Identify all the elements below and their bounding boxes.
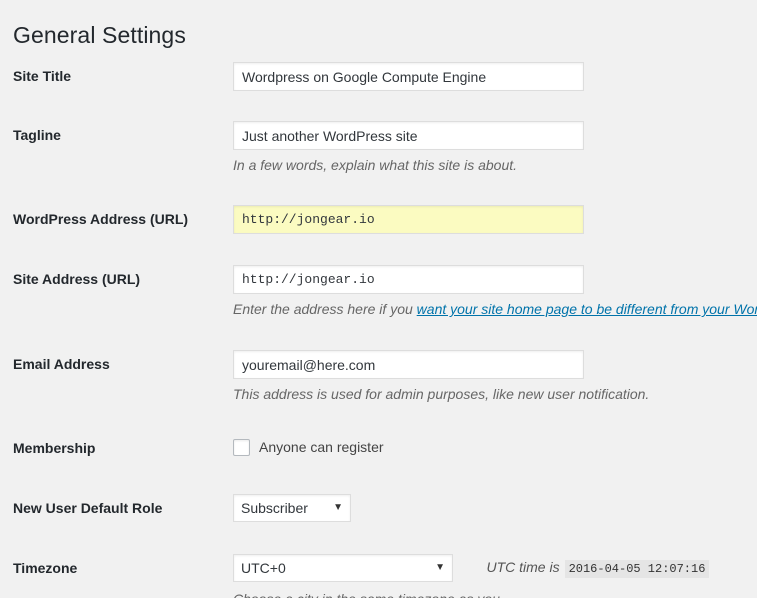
row-wordpress-address: WordPress Address (URL) [0, 198, 757, 258]
row-timezone: Timezone UTC+0 ▼ UTC time is 2016-04-05 1… [0, 546, 757, 598]
field-email-address: This address is used for admin purposes,… [233, 350, 757, 404]
email-address-input[interactable] [233, 350, 584, 379]
page-title: General Settings [13, 22, 186, 49]
site-address-description: Enter the address here if you want your … [233, 299, 757, 319]
row-site-title: Site Title [0, 55, 757, 114]
label-site-title: Site Title [13, 68, 72, 84]
row-membership: Membership Anyone can register [0, 426, 757, 486]
site-address-description-link[interactable]: want your site home page to be different… [417, 301, 757, 317]
tagline-description: In a few words, explain what this site i… [233, 157, 518, 173]
field-timezone: UTC+0 ▼ UTC time is2016-04-05 12:07:16 C… [233, 554, 757, 598]
timezone-value: UTC+0 [241, 560, 286, 576]
chevron-down-icon: ▼ [333, 502, 343, 513]
row-email-address: Email Address This address is used for a… [0, 343, 757, 426]
anyone-can-register-label: Anyone can register [259, 439, 384, 455]
utc-time-line: UTC time is 2016-04-05 12:07:16 [486, 554, 710, 582]
utc-time-value: 2016-04-05 12:07:16 [564, 560, 710, 578]
membership-checkbox-row[interactable]: Anyone can register [233, 436, 757, 458]
anyone-can-register-checkbox[interactable] [233, 438, 250, 456]
new-user-default-role-select[interactable]: Subscriber ▼ [233, 494, 351, 522]
email-address-description: This address is used for admin purposes,… [233, 386, 650, 402]
chevron-down-icon: ▼ [435, 562, 445, 573]
field-site-address: Enter the address here if you want your … [233, 265, 757, 319]
row-new-user-default-role: New User Default Role Subscriber ▼ [0, 486, 757, 546]
field-new-user-default-role: Subscriber ▼ [233, 494, 757, 522]
site-address-description-text: Enter the address here if you [233, 301, 417, 317]
label-wordpress-address: WordPress Address (URL) [13, 211, 189, 227]
field-tagline: In a few words, explain what this site i… [233, 121, 757, 175]
label-email-address: Email Address [13, 356, 110, 372]
wordpress-address-input[interactable] [233, 205, 584, 234]
site-address-input[interactable] [233, 265, 584, 294]
label-membership: Membership [13, 440, 96, 456]
new-user-default-role-value: Subscriber [241, 500, 308, 516]
row-tagline: Tagline In a few words, explain what thi… [0, 114, 757, 198]
site-title-input[interactable] [233, 62, 584, 91]
tagline-input[interactable] [233, 121, 584, 150]
label-site-address: Site Address (URL) [13, 271, 141, 287]
field-membership: Anyone can register [233, 436, 757, 458]
timezone-description: Choose a city in the same timezone as yo… [233, 589, 757, 598]
label-timezone: Timezone [13, 560, 78, 576]
general-settings-page: General Settings Site Title Tagline In a… [0, 0, 757, 598]
timezone-select[interactable]: UTC+0 ▼ [233, 554, 453, 582]
field-site-title [233, 62, 757, 91]
field-wordpress-address [233, 205, 757, 234]
label-new-user-default-role: New User Default Role [13, 500, 163, 516]
settings-form-table: Site Title Tagline In a few words, expla… [0, 55, 757, 598]
row-site-address: Site Address (URL) Enter the address her… [0, 258, 757, 343]
utc-time-prefix: UTC time is [486, 559, 560, 575]
label-tagline: Tagline [13, 127, 61, 143]
